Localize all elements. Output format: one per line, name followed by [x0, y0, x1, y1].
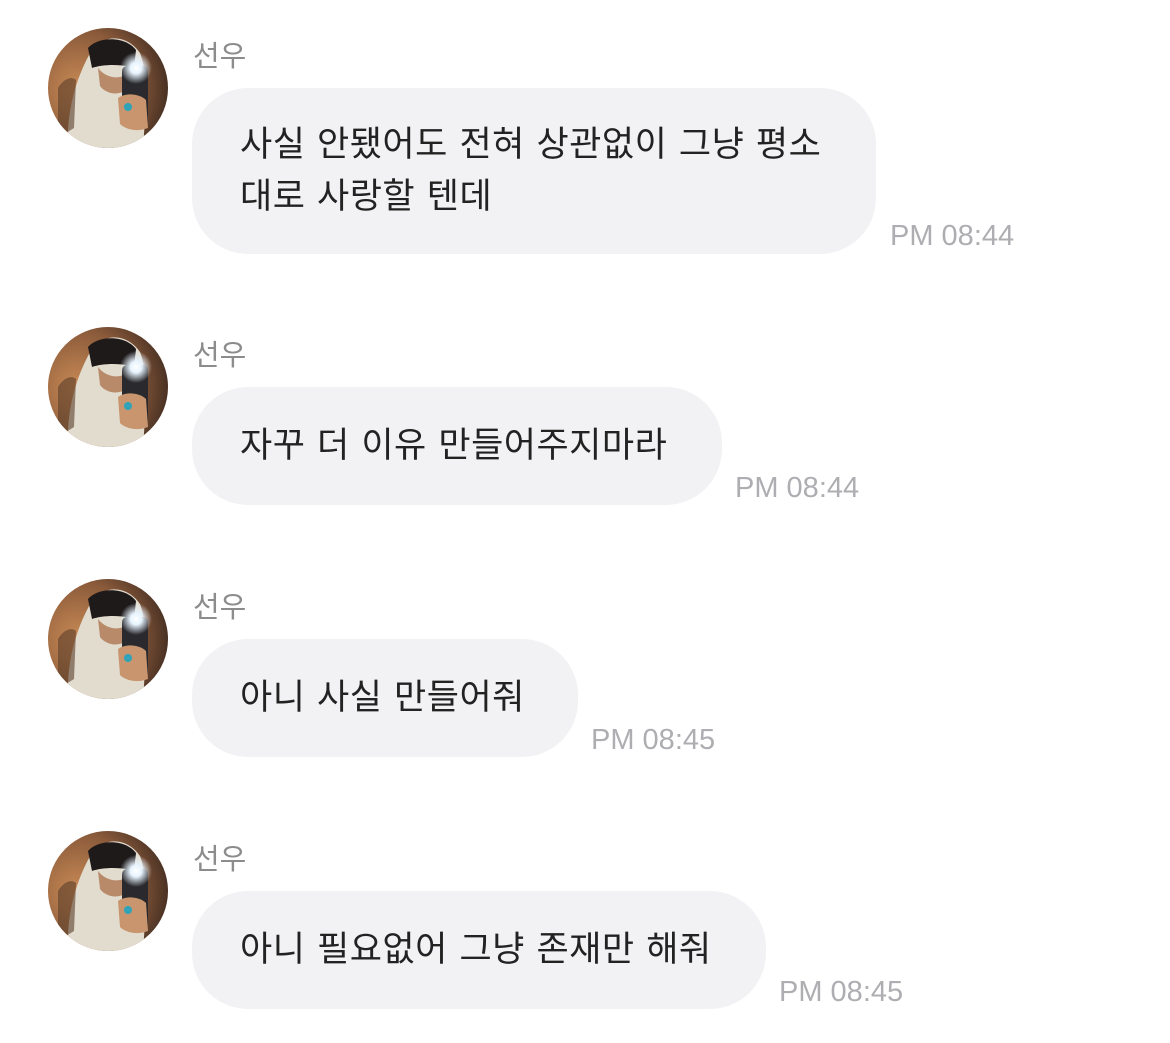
message-text: 사실 안됐어도 전혀 상관없이 그냥 평소 대로 사랑할 텐데: [240, 125, 822, 217]
sender-name: 선우: [193, 842, 247, 876]
sender-name: 선우: [193, 338, 247, 372]
avatar[interactable]: [48, 579, 168, 699]
avatar[interactable]: [48, 831, 168, 951]
message-bubble[interactable]: 아니 사실 만들어줘: [192, 639, 578, 757]
message-bubble[interactable]: 아니 필요없어 그냥 존재만 해줘: [192, 891, 766, 1009]
message-text: 자꾸 더 이유 만들어주지마라: [240, 426, 668, 466]
profile-photo-icon: [48, 327, 168, 447]
message-timestamp: PM 08:45: [779, 976, 904, 1008]
message-text: 아니 사실 만들어줘: [240, 678, 525, 718]
avatar[interactable]: [48, 28, 168, 148]
message-bubble[interactable]: 자꾸 더 이유 만들어주지마라: [192, 387, 722, 505]
profile-photo-icon: [48, 28, 168, 148]
sender-name: 선우: [193, 39, 247, 73]
avatar[interactable]: [48, 327, 168, 447]
message-timestamp: PM 08:44: [890, 220, 1015, 252]
sender-name: 선우: [193, 590, 247, 624]
message-text: 아니 필요없어 그냥 존재만 해줘: [240, 930, 712, 970]
profile-photo-icon: [48, 831, 168, 951]
profile-photo-icon: [48, 579, 168, 699]
message-timestamp: PM 08:45: [591, 724, 716, 756]
message-bubble[interactable]: 사실 안됐어도 전혀 상관없이 그냥 평소 대로 사랑할 텐데: [192, 88, 876, 254]
message-timestamp: PM 08:44: [735, 472, 860, 504]
